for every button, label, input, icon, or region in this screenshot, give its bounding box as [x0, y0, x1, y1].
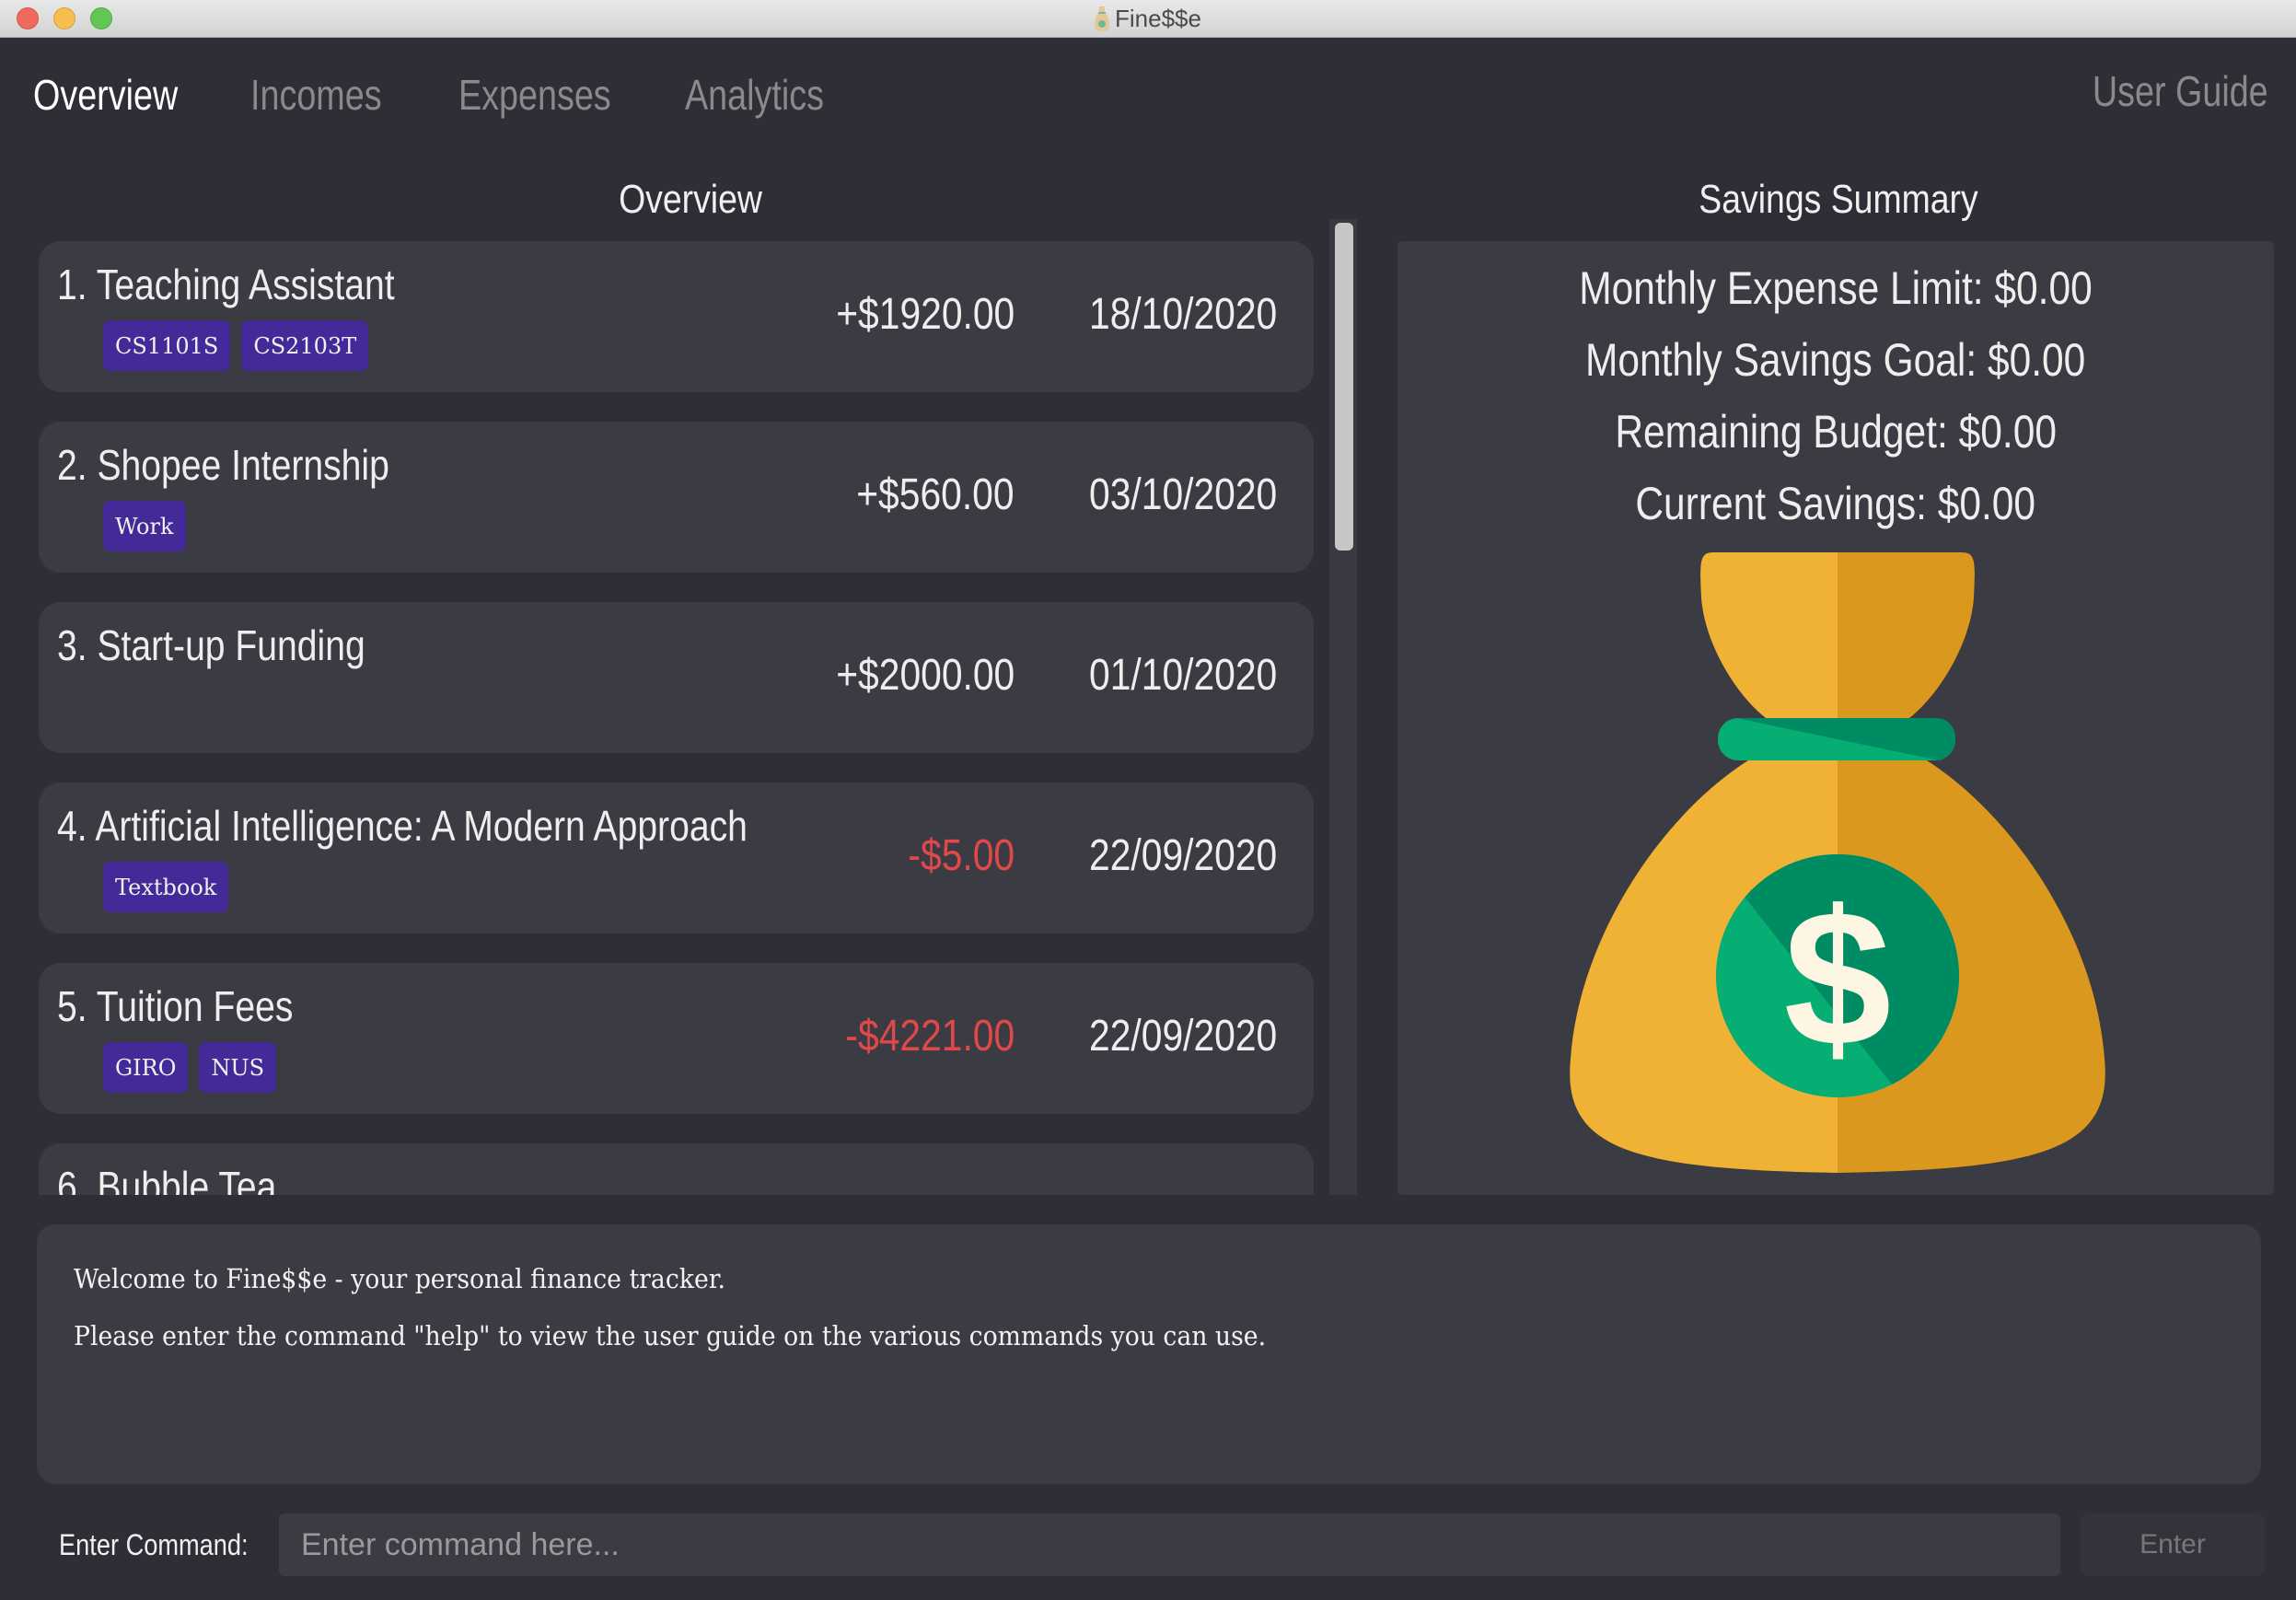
money-bag-icon: $: [1570, 552, 2105, 1173]
tab-analytics[interactable]: Analytics: [685, 70, 824, 120]
tag-badge: CS1101S: [103, 320, 231, 371]
list-item[interactable]: 6. Bubble Tea: [39, 1143, 1314, 1195]
item-amount: -$4221.00: [845, 1012, 1015, 1061]
result-line-welcome: Welcome to Fine$$e - your personal finan…: [74, 1263, 726, 1294]
dollar-sign-icon: $: [1784, 870, 1892, 1086]
item-amount: -$5.00: [908, 831, 1015, 880]
item-date: 22/09/2020: [1088, 831, 1277, 880]
tag-badge: NUS: [199, 1042, 277, 1093]
list-item[interactable]: 2. Shopee Internship Work +$560.00 03/10/20…: [39, 422, 1314, 573]
current-savings-text: Current Savings: $0.00: [1635, 478, 2036, 529]
item-name: 5. Tuition Fees: [57, 982, 294, 1030]
monthly-expense-limit-text: Monthly Expense Limit: $0.00: [1579, 262, 2093, 314]
tab-expenses[interactable]: Expenses: [458, 70, 611, 120]
item-date: 01/10/2020: [1088, 651, 1277, 700]
money-bag-icon: [1095, 6, 1110, 31]
command-label: Enter Command:: [59, 1528, 249, 1561]
savings-summary-title: Savings Summary: [1699, 177, 1978, 222]
remaining-budget-text: Remaining Budget: $0.00: [1615, 406, 2057, 458]
item-amount: +$1920.00: [836, 290, 1015, 339]
item-date: 18/10/2020: [1088, 290, 1277, 339]
tag-badge: CS2103T: [241, 320, 369, 371]
result-line-help: Please enter the command "help" to view …: [74, 1320, 1267, 1351]
maximize-window-button[interactable]: [90, 7, 112, 29]
overview-section-title: Overview: [619, 177, 762, 222]
item-name: 3. Start-up Funding: [57, 621, 365, 669]
item-tags: Textbook: [103, 862, 229, 912]
list-item[interactable]: 3. Start-up Funding +$2000.00 01/10/2020: [39, 602, 1314, 753]
current-savings: Current Savings: $0.00: [1397, 477, 2274, 530]
tag-badge: GIRO: [103, 1042, 189, 1093]
list-item[interactable]: 4. Artificial Intelligence: A Modern App…: [39, 783, 1314, 933]
close-window-button[interactable]: [17, 7, 39, 29]
item-date: 22/09/2020: [1088, 1012, 1277, 1061]
item-tags: CS1101S CS2103T: [103, 320, 369, 371]
command-input[interactable]: [279, 1513, 2060, 1576]
remaining-budget: Remaining Budget: $0.00: [1397, 405, 2274, 458]
window-titlebar: Fine$$e: [0, 0, 2296, 38]
item-amount: +$560.00: [856, 470, 1015, 519]
monthly-expense-limit: Monthly Expense Limit: $0.00: [1397, 261, 2274, 315]
result-display: Welcome to Fine$$e - your personal finan…: [37, 1224, 2261, 1484]
item-name: 6. Bubble Tea: [57, 1163, 277, 1195]
user-guide-link[interactable]: User Guide: [2093, 66, 2268, 116]
enter-button[interactable]: Enter: [2081, 1513, 2265, 1576]
window-title: Fine$$e: [1115, 4, 1201, 32]
tab-overview[interactable]: Overview: [33, 70, 178, 120]
savings-summary-panel: Monthly Expense Limit: $0.00 Monthly Sav…: [1397, 241, 2274, 1195]
tag-badge: Work: [103, 501, 186, 551]
item-name: 2. Shopee Internship: [57, 441, 389, 489]
item-date: 03/10/2020: [1088, 470, 1277, 519]
list-scrollbar[interactable]: [1329, 219, 1357, 1195]
transaction-list[interactable]: 1. Teaching Assistant CS1101S CS2103T +$192…: [39, 241, 1314, 1195]
tab-incomes[interactable]: Incomes: [250, 70, 382, 120]
list-scrollbar-thumb[interactable]: [1335, 223, 1353, 551]
item-amount: +$2000.00: [836, 651, 1015, 700]
item-name: 1. Teaching Assistant: [57, 261, 395, 308]
minimize-window-button[interactable]: [53, 7, 75, 29]
tag-badge: Textbook: [103, 862, 229, 912]
item-tags: GIRO NUS: [103, 1042, 277, 1093]
window-title-group: Fine$$e: [1095, 5, 1201, 33]
list-item[interactable]: 1. Teaching Assistant CS1101S CS2103T +$192…: [39, 241, 1314, 392]
monthly-savings-goal-text: Monthly Savings Goal: $0.00: [1585, 334, 2086, 386]
window-controls: [17, 7, 112, 29]
monthly-savings-goal: Monthly Savings Goal: $0.00: [1397, 333, 2274, 387]
item-tags: Work: [103, 501, 186, 551]
item-name: 4. Artificial Intelligence: A Modern App…: [57, 802, 748, 850]
list-item[interactable]: 5. Tuition Fees GIRO NUS -$4221.00 22/09/202…: [39, 963, 1314, 1114]
